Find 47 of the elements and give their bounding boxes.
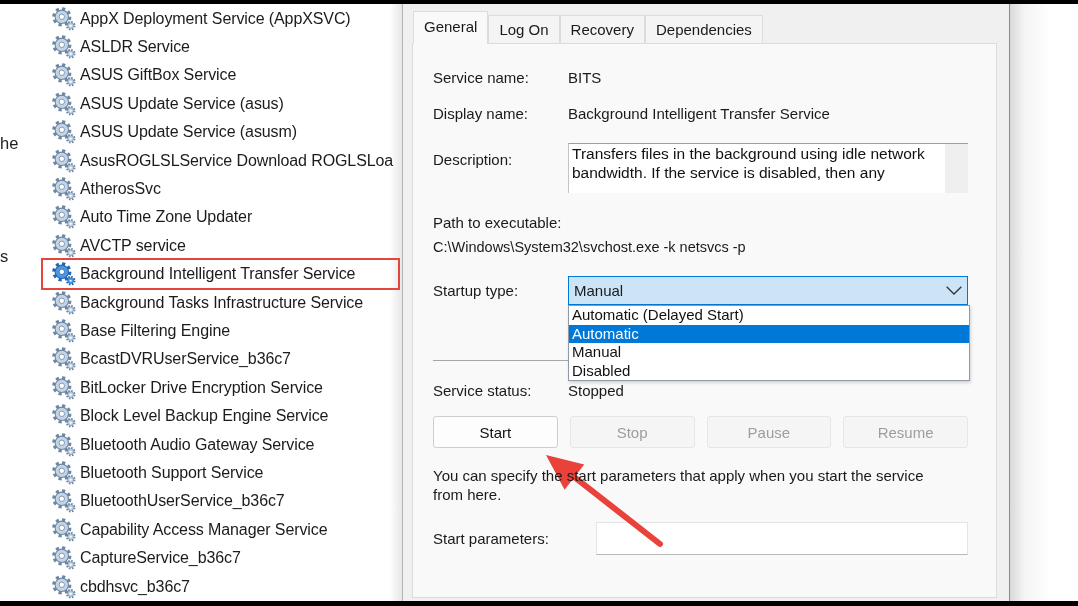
tab[interactable]: Log On <box>488 15 560 43</box>
tab[interactable]: Dependencies <box>644 15 763 43</box>
tab[interactable]: Recovery <box>559 15 645 43</box>
service-list-item[interactable]: Capability Access Manager Service <box>41 515 400 544</box>
service-list-item[interactable]: Background Intelligent Transfer Service <box>41 258 400 291</box>
description-field[interactable]: Transfers files in the background using idle network bandwidth. If the service is disabled, then any <box>568 143 968 193</box>
service-list-item[interactable]: BitLocker Drive Encryption Service <box>41 373 400 402</box>
scrollbar[interactable] <box>945 144 968 193</box>
tab[interactable]: General <box>413 11 489 44</box>
service-list-item[interactable]: ASUS GiftBox Service <box>41 61 400 90</box>
service-list-item[interactable]: AsusROGLSLService Download ROGLSLoa <box>41 146 400 175</box>
service-list-item[interactable]: AppX Deployment Service (AppXSVC) <box>41 4 400 33</box>
dropdown-option[interactable]: Automatic <box>569 324 969 343</box>
service-list-item[interactable]: Base Filtering Engine <box>41 316 400 346</box>
service-list-item[interactable]: ASLDR Service <box>41 32 400 62</box>
text-fragment: s <box>0 246 10 267</box>
service-list-item[interactable]: AtherosSvc <box>41 174 400 204</box>
field-label: Service status: <box>433 381 533 399</box>
field-value: Background Intelligent Transfer Service <box>568 104 830 122</box>
service-list-item[interactable]: BluetoothUserService_b36c7 <box>41 487 400 516</box>
service-control-button[interactable]: Start <box>433 416 558 448</box>
service-list-item[interactable]: BcastDVRUserService_b36c7 <box>41 345 400 374</box>
service-list-item[interactable]: Auto Time Zone Updater <box>41 203 400 232</box>
field-label: Startup type: <box>433 282 520 299</box>
service-list-item[interactable]: AVCTP service <box>41 231 400 260</box>
field-value: BITS <box>568 68 602 86</box>
field-label: Description: <box>433 150 514 170</box>
service-list-item[interactable]: Bluetooth Audio Gateway Service <box>41 430 400 459</box>
service-list-item[interactable]: ASUS Update Service (asus) <box>41 89 400 119</box>
service-list-item[interactable]: cbdhsvc_b36c7 <box>41 572 400 601</box>
dropdown-option[interactable]: Manual <box>569 343 969 362</box>
status-text: Stopped <box>568 381 624 399</box>
dropdown-option[interactable]: Automatic (Delayed Start) <box>569 306 969 325</box>
path-text: C:\Windows\System32\svchost.exe -k netsvcs -p <box>433 239 746 255</box>
service-list-item[interactable]: CaptureService_b36c7 <box>41 543 400 573</box>
service-list-item[interactable]: Block Level Backup Engine Service <box>41 401 400 431</box>
field-label: Display name: <box>433 104 530 122</box>
text-fragment: he <box>0 133 20 154</box>
service-list-item[interactable]: Background Tasks Infrastructure Service <box>41 288 400 317</box>
chevron-down-icon <box>946 286 962 295</box>
start-parameters-field[interactable] <box>596 522 968 555</box>
service-list-item[interactable]: ASUS Update Service (asusm) <box>41 118 400 147</box>
service-list-item[interactable]: Bluetooth Support Service <box>41 458 400 488</box>
field-label: Path to executable: <box>433 213 562 231</box>
field-label: Service name: <box>433 68 530 86</box>
field-label: Start parameters: <box>433 530 550 547</box>
dropdown-option[interactable]: Disabled <box>569 361 969 380</box>
